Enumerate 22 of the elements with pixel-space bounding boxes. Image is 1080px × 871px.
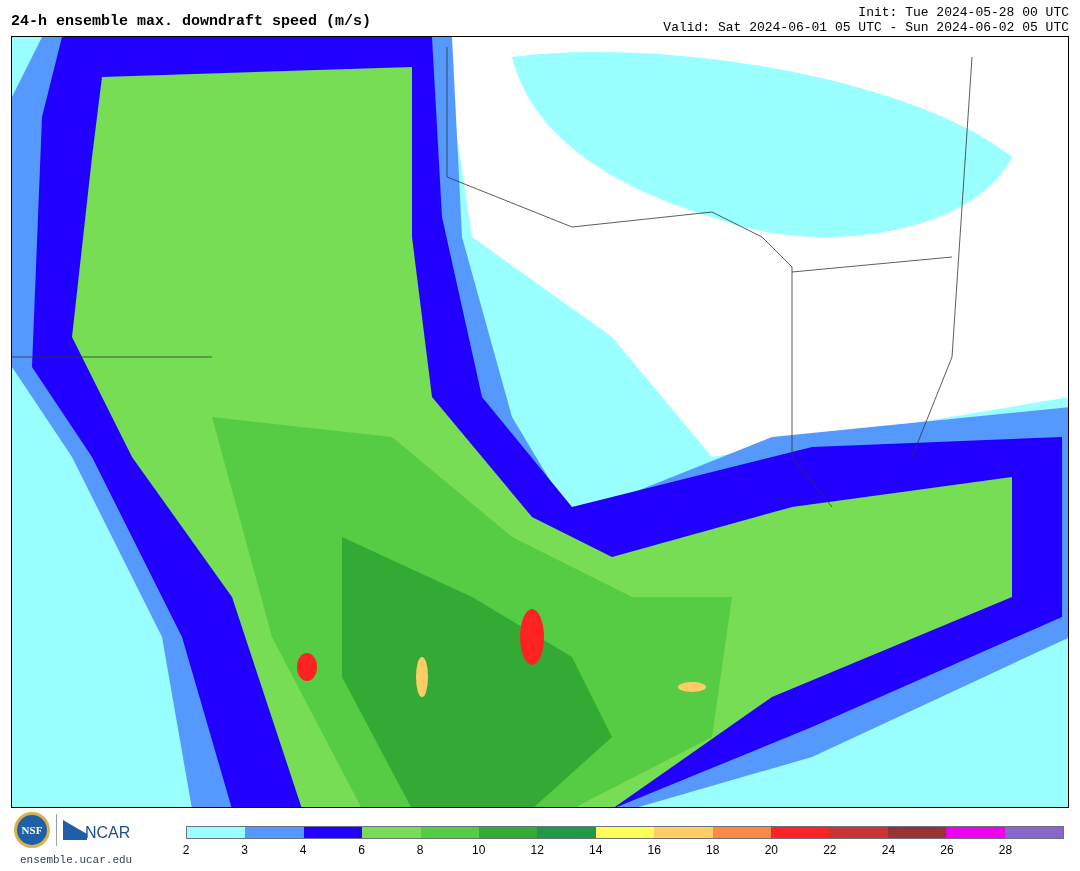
tick-label: 22 [823,844,837,856]
valid-time: Valid: Sat 2024-06-01 05 UTC - Sun 2024-06-02 05 UTC [663,20,1069,35]
tick-label: 26 [940,844,954,856]
tick-label: 16 [647,844,661,856]
tick-label: 2 [182,844,190,856]
tick-label: 18 [706,844,720,856]
tick-label: 8 [416,844,424,856]
tick-label: 6 [358,844,365,856]
tick-label: 3 [241,844,248,856]
tick-label: 10 [472,844,486,856]
tick-label: 14 [589,844,603,856]
tick-label: 20 [764,844,778,856]
tick-label: 24 [881,844,896,856]
seal-logo: NSF [14,812,50,848]
tick-label: 12 [530,844,544,856]
init-time: Init: Tue 2024-05-28 00 UTC [858,5,1069,20]
site-url: ensemble.ucar.edu [20,853,133,868]
flag-logo-icon [63,820,87,840]
tick-label: 4 [299,844,307,856]
chart-title: 24-h ensemble max. downdraft speed (m/s) [11,14,372,29]
logo-text: NCAR [85,823,131,843]
tick-label: 28 [998,844,1013,856]
